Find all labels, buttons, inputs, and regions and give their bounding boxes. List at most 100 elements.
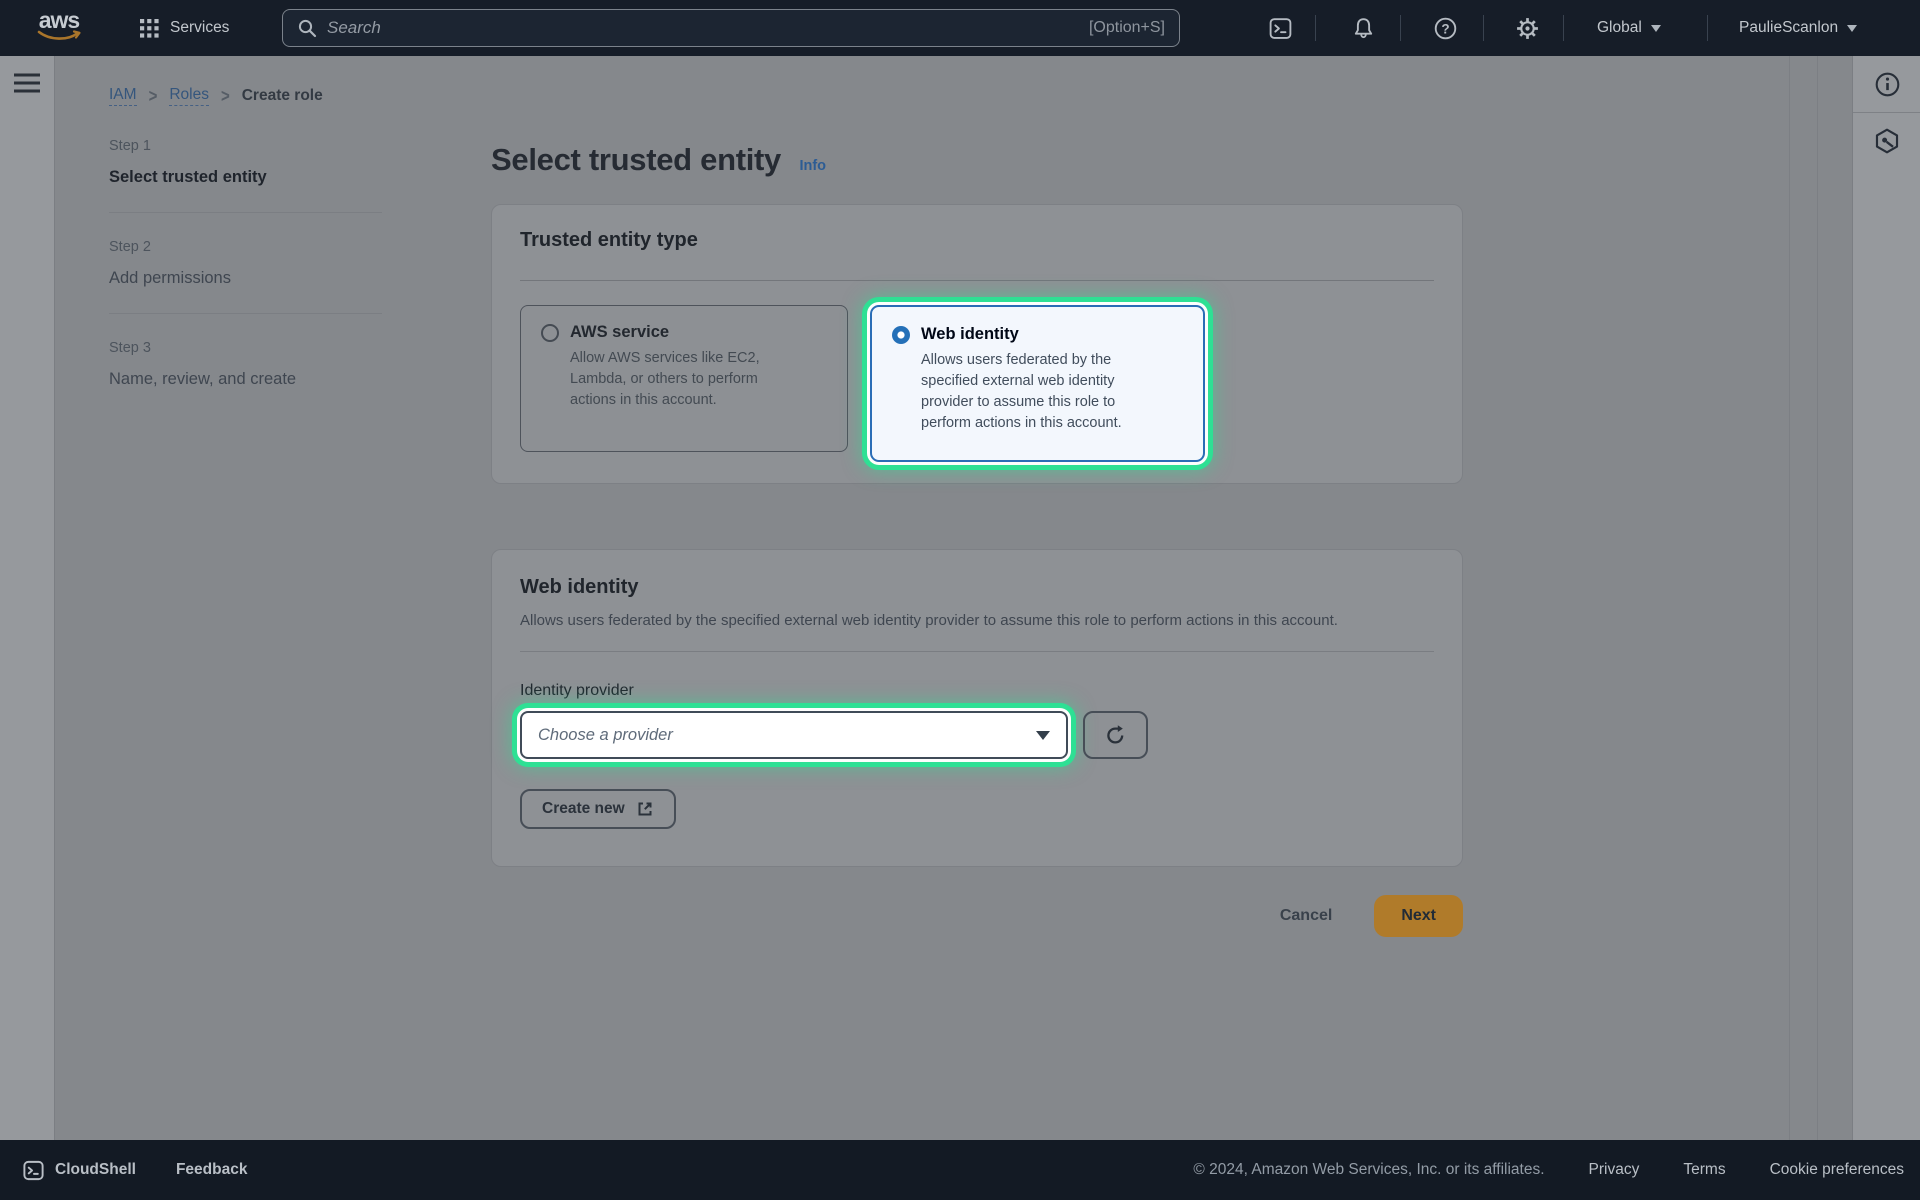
top-navbar: aws Services Search [Option+S] [0,0,1920,56]
option-web-identity[interactable]: Web identity Allows users federated by t… [870,305,1205,462]
trusted-entity-type-title: Trusted entity type [520,229,1434,281]
radio-selected-icon[interactable] [892,326,910,344]
web-identity-description: Allows users federated by the specified … [520,610,1392,631]
account-label: PaulieScanlon [1739,19,1838,37]
breadcrumb-current: Create role [242,87,323,105]
aws-logo[interactable]: aws [30,8,88,41]
wizard-step-3: Step 3 Name, review, and create [109,338,382,390]
console-footer: CloudShell Feedback © 2024, Amazon Web S… [0,1140,1920,1200]
step-title: Add permissions [109,267,382,289]
refresh-icon [1104,724,1127,747]
section-divider [520,651,1434,652]
open-sidebar-button[interactable] [13,71,41,100]
wizard-step-2: Step 2 Add permissions [109,237,382,289]
feedback-button[interactable]: Feedback [176,1161,248,1179]
info-icon [1874,71,1901,98]
card-header: Trusted entity type [492,205,1462,281]
breadcrumb-link-iam[interactable]: IAM [109,86,137,106]
wizard-actions: Cancel Next [491,895,1463,937]
navbar-divider [1563,15,1564,41]
info-panel-button[interactable] [1853,56,1920,112]
caret-down-icon [1847,25,1857,32]
option-title: AWS service [570,323,669,342]
option-aws-service[interactable]: AWS service Allow AWS services like EC2,… [520,305,848,452]
option-description: Allows users federated by the specified … [921,350,1156,434]
svg-text:?: ? [1441,21,1449,36]
create-new-label: Create new [542,800,625,818]
trusted-entity-type-card: Trusted entity type AWS service Allow AW… [491,204,1463,484]
settings-button[interactable] [1512,0,1542,56]
external-link-icon [636,800,654,818]
web-identity-title: Web identity [520,576,1434,599]
terminal-icon [22,1159,45,1182]
select-caret-icon [1036,731,1050,740]
step-divider [109,313,382,314]
resources-panel-button[interactable] [1853,113,1920,169]
navbar-divider [1315,15,1316,41]
search-placeholder: Search [327,18,1079,38]
page-title: Select trusted entity [491,142,781,177]
refresh-providers-button[interactable] [1083,711,1148,759]
cloudshell-label: CloudShell [55,1161,136,1179]
create-new-provider-button[interactable]: Create new [520,789,676,829]
radio-unselected-icon[interactable] [541,324,559,342]
next-button[interactable]: Next [1374,895,1463,937]
search-icon [297,18,317,38]
notifications-button[interactable] [1348,0,1378,56]
navbar-divider [1707,15,1708,41]
step-title: Name, review, and create [109,368,382,390]
main-content: IAM > Roles > Create role Step 1 Select … [56,56,1852,1140]
search-shortcut: [Option+S] [1089,19,1165,37]
hexagon-resource-icon [1873,127,1901,155]
account-menu[interactable]: PaulieScanlon [1739,0,1857,56]
wizard-step-1: Step 1 Select trusted entity [109,136,382,188]
breadcrumb-separator: > [221,85,230,106]
breadcrumb-link-roles[interactable]: Roles [169,86,209,106]
breadcrumb-separator: > [149,85,158,106]
copyright-text: © 2024, Amazon Web Services, Inc. or its… [1193,1161,1544,1179]
services-label: Services [170,19,229,37]
scrollbar-track[interactable] [1789,56,1790,1140]
step-label: Step 1 [109,136,382,156]
page-header: Select trusted entity Info [491,142,1463,178]
services-menu[interactable]: Services [140,0,229,56]
caret-down-icon [1651,25,1661,32]
select-placeholder: Choose a provider [538,726,1036,745]
wizard-main-column: Select trusted entity Info Trusted entit… [491,142,1463,937]
option-title: Web identity [921,325,1019,344]
gear-icon [1515,16,1540,41]
identity-provider-row: Choose a provider [520,711,1434,759]
left-nav-strip [0,56,55,1140]
privacy-link[interactable]: Privacy [1589,1161,1640,1179]
step-title-current: Select trusted entity [109,166,382,188]
step-label: Step 3 [109,338,382,358]
services-grid-icon [140,19,159,38]
entity-options-row: AWS service Allow AWS services like EC2,… [492,281,1462,462]
aws-logo-text: aws [30,8,88,32]
cloudshell-button[interactable] [1265,0,1295,56]
step-divider [109,212,382,213]
cloudshell-footer-button[interactable]: CloudShell [22,1159,136,1182]
question-icon: ? [1433,16,1458,41]
cancel-button[interactable]: Cancel [1280,907,1332,925]
terms-link[interactable]: Terms [1683,1161,1725,1179]
scrollbar-track[interactable] [1817,56,1818,1140]
hamburger-icon [13,71,41,95]
search-input[interactable]: Search [Option+S] [282,9,1180,47]
wizard-steps: Step 1 Select trusted entity Step 2 Add … [109,136,382,390]
bell-icon [1351,16,1376,41]
option-description: Allow AWS services like EC2, Lambda, or … [570,348,788,411]
region-selector[interactable]: Global [1597,0,1661,56]
help-button[interactable]: ? [1430,0,1460,56]
footer-links: © 2024, Amazon Web Services, Inc. or its… [1193,1161,1904,1179]
right-tools-strip [1852,56,1920,1140]
info-link[interactable]: Info [799,158,826,174]
region-label: Global [1597,19,1642,37]
terminal-icon [1268,16,1293,41]
identity-provider-select[interactable]: Choose a provider [520,711,1068,759]
cookie-preferences-link[interactable]: Cookie preferences [1770,1161,1904,1179]
web-identity-card: Web identity Allows users federated by t… [491,549,1463,867]
breadcrumb: IAM > Roles > Create role [109,86,323,106]
identity-provider-label: Identity provider [520,682,1434,700]
navbar-divider [1483,15,1484,41]
